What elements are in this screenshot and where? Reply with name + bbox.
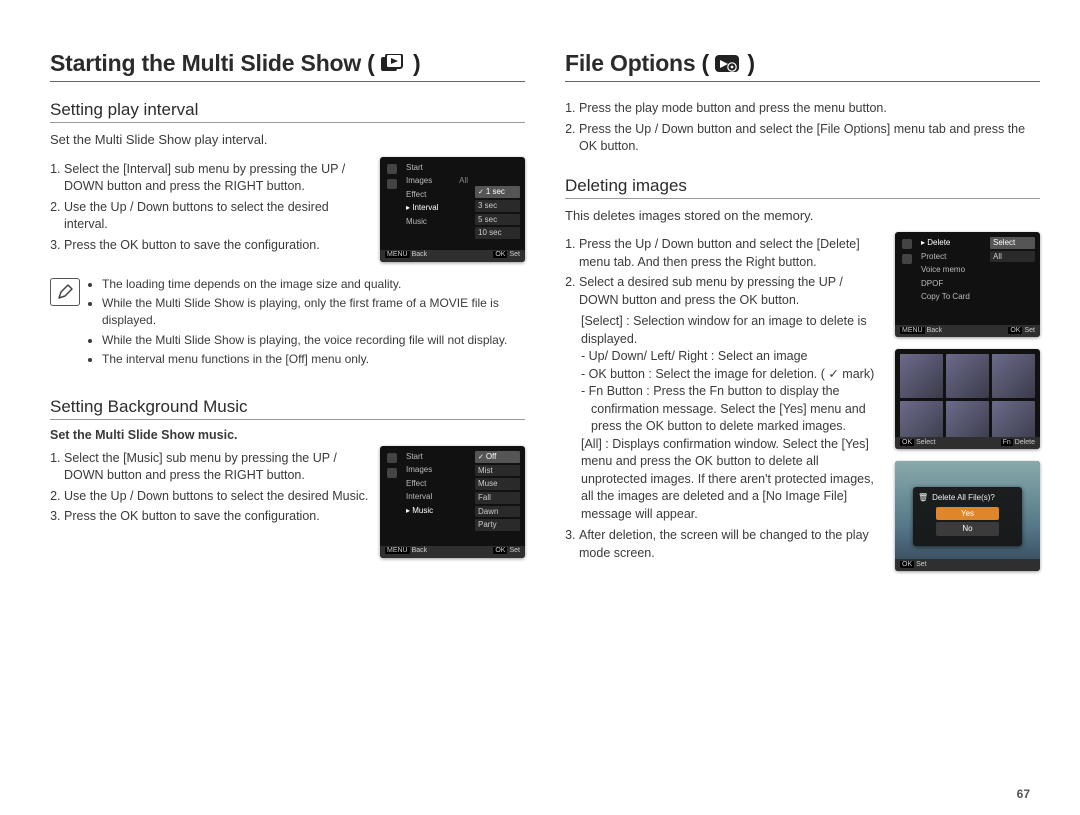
menu-value: Muse <box>475 478 520 490</box>
step-item: Select a desired sub menu by pressing th… <box>579 274 885 309</box>
menu-value: 1 sec <box>475 186 520 198</box>
menu-item: Images All <box>403 175 471 187</box>
menu-value: Select <box>990 237 1035 249</box>
menu-item: Images <box>403 464 471 476</box>
menu-item: Effect <box>403 189 471 201</box>
menu-item: Voice memo <box>918 264 986 276</box>
menu-item: Start <box>403 162 471 174</box>
menu-item: Interval <box>403 491 471 503</box>
step-item: Press the play mode button and press the… <box>579 100 1040 118</box>
page-number: 67 <box>1017 787 1030 801</box>
step-item: After deletion, the screen will be chang… <box>579 527 885 562</box>
step-item: Press the Up / Down button and select th… <box>579 121 1040 156</box>
steps-play-interval: Select the [Interval] sub menu by pressi… <box>50 161 370 255</box>
left-title: Starting the Multi Slide Show ( ) <box>50 50 525 82</box>
manual-page: Starting the Multi Slide Show ( ) Settin… <box>0 0 1080 815</box>
figure-interval-menu: Start Images All Effect ▸ Interval Music… <box>380 157 525 262</box>
menu-item: ▸ Delete <box>918 237 986 249</box>
step-item: Select the [Music] sub menu by pressing … <box>64 450 370 485</box>
menu-item: Music <box>403 216 471 228</box>
left-title-text: Starting the Multi Slide Show <box>50 50 361 77</box>
step-item: Use the Up / Down buttons to select the … <box>64 199 370 234</box>
figure-delete-menu: ▸ Delete Protect Voice memo DPOF Copy To… <box>895 232 1040 337</box>
sub-item: [All] : Displays confirmation window. Se… <box>565 436 885 524</box>
menu-value: Dawn <box>475 506 520 518</box>
note-box: The loading time depends on the image si… <box>50 276 525 371</box>
menu-item: ▸ Interval <box>403 202 471 214</box>
figure-music-menu: Start Images Effect Interval ▸ Music Off… <box>380 446 525 558</box>
figure-select-thumbs: OKSelect FnDelete <box>895 349 1040 449</box>
intro-play-interval: Set the Multi Slide Show play interval. <box>50 131 525 149</box>
sub-item: [Select] : Selection window for an image… <box>565 313 885 348</box>
heading-bg-music: Setting Background Music <box>50 397 525 420</box>
note-item: While the Multi Slide Show is playing, t… <box>102 332 525 349</box>
menu-value: 5 sec <box>475 214 520 226</box>
menu-item: Effect <box>403 478 471 490</box>
right-column: File Options ( ) Press the play mode but… <box>565 50 1040 571</box>
menu-value: Fall <box>475 492 520 504</box>
right-title: File Options ( ) <box>565 50 1040 82</box>
menu-value: All <box>990 251 1035 263</box>
note-item: While the Multi Slide Show is playing, o… <box>102 295 525 330</box>
right-title-text: File Options <box>565 50 696 77</box>
dialog-no-button[interactable]: No <box>936 522 999 536</box>
steps-deleting: Press the Up / Down button and select th… <box>565 236 885 309</box>
menu-item: DPOF <box>918 278 986 290</box>
note-pencil-icon <box>50 278 80 306</box>
intro-deleting-images: This deletes images stored on the memory… <box>565 207 1040 225</box>
trash-icon: 🗑 <box>918 493 928 503</box>
menu-item: ▸ Music <box>403 505 471 517</box>
heading-play-interval: Setting play interval <box>50 100 525 123</box>
step-item: Select the [Interval] sub menu by pressi… <box>64 161 370 196</box>
left-column: Starting the Multi Slide Show ( ) Settin… <box>50 50 525 571</box>
menu-value: 10 sec <box>475 227 520 239</box>
note-item: The interval menu functions in the [Off]… <box>102 351 525 368</box>
bold-intro-bg-music: Set the Multi Slide Show music. <box>50 428 525 442</box>
step-item: Use the Up / Down buttons to select the … <box>64 488 370 506</box>
steps-file-options: Press the play mode button and press the… <box>565 100 1040 156</box>
dialog-yes-button[interactable]: Yes <box>936 507 999 521</box>
step-item: Press the OK button to save the configur… <box>64 508 370 526</box>
menu-value: 3 sec <box>475 200 520 212</box>
menu-item: Protect <box>918 251 986 263</box>
menu-value: Mist <box>475 465 520 477</box>
sub-item: - OK button : Select the image for delet… <box>565 366 885 384</box>
file-options-gear-icon: ( ) <box>702 53 755 75</box>
menu-item: Copy To Card <box>918 291 986 303</box>
note-item: The loading time depends on the image si… <box>102 276 525 293</box>
figure-delete-dialog: 🗑 Delete All File(s)? Yes No OKSet <box>895 461 1040 571</box>
sublist-deleting: [Select] : Selection window for an image… <box>565 313 885 523</box>
menu-value: Off <box>475 451 520 463</box>
menu-value: Party <box>475 519 520 531</box>
menu-item: Start <box>403 451 471 463</box>
steps-deleting-cont: After deletion, the screen will be chang… <box>565 527 885 562</box>
dialog-title: 🗑 Delete All File(s)? <box>918 493 1017 503</box>
steps-bg-music: Select the [Music] sub menu by pressing … <box>50 450 370 526</box>
sub-item: - Fn Button : Press the Fn button to dis… <box>565 383 885 436</box>
heading-deleting-images: Deleting images <box>565 176 1040 199</box>
sub-item: - Up/ Down/ Left/ Right : Select an imag… <box>565 348 885 366</box>
step-item: Press the OK button to save the configur… <box>64 237 370 255</box>
slideshow-play-icon: ( ) <box>367 53 420 75</box>
step-item: Press the Up / Down button and select th… <box>579 236 885 271</box>
